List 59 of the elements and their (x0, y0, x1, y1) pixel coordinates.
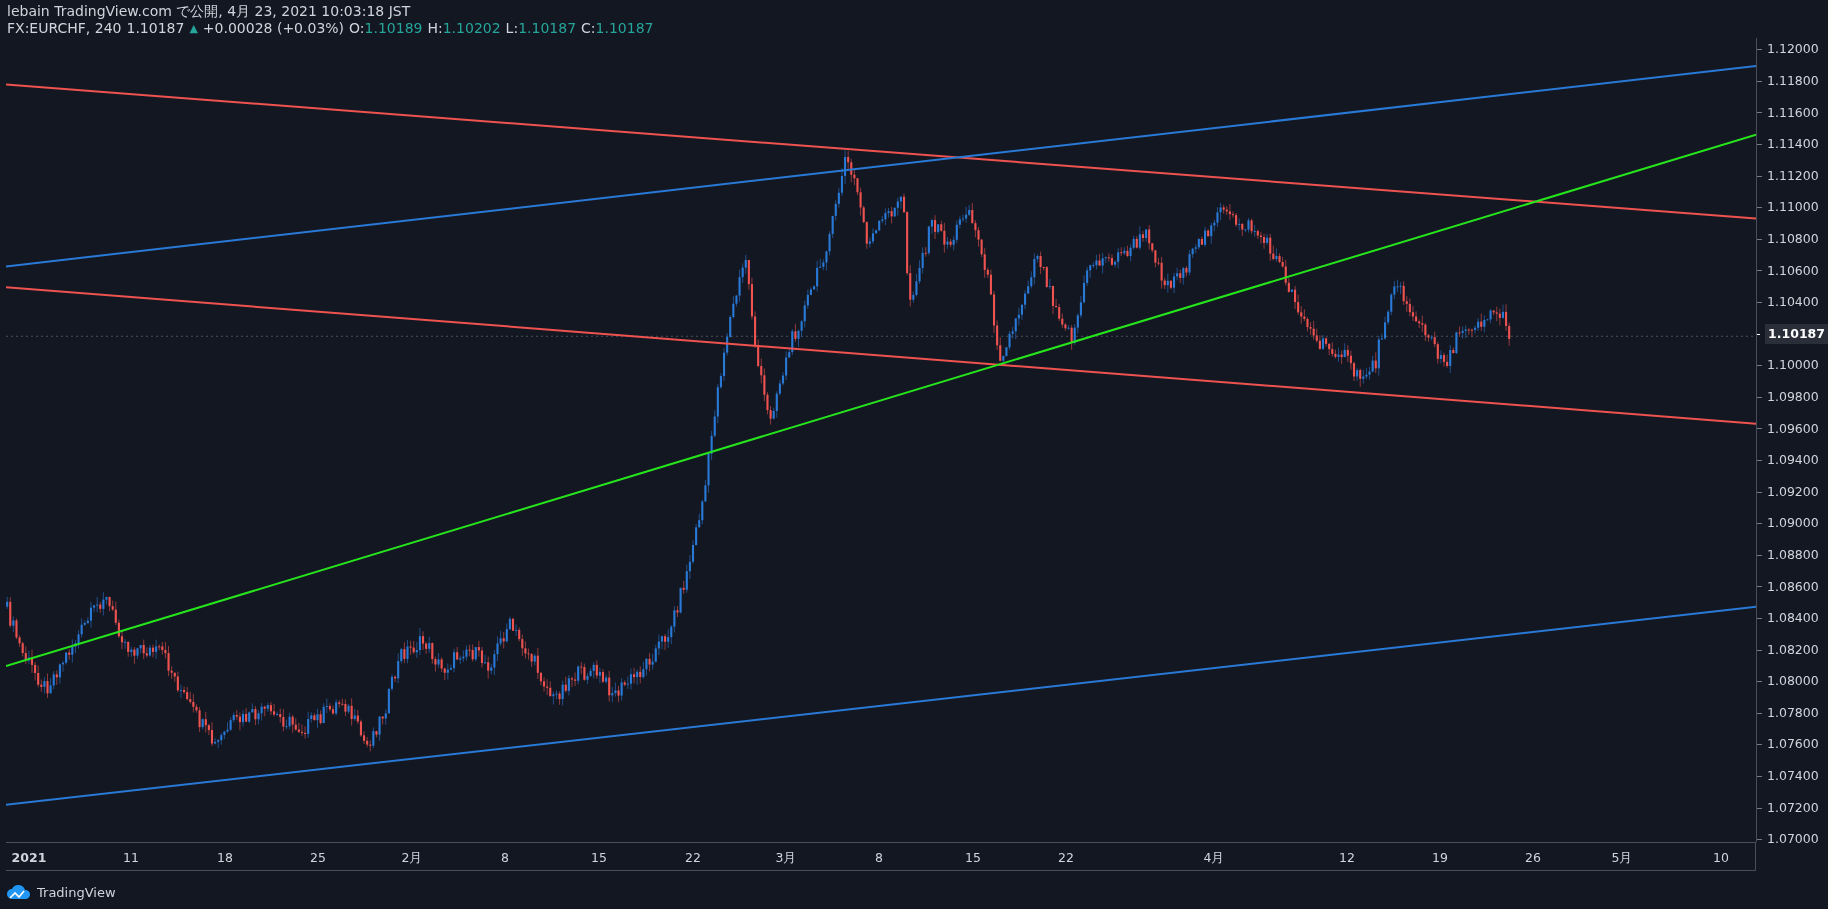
price-tick: 1.10000 (1767, 356, 1819, 375)
price-tick: 1.11800 (1767, 72, 1819, 90)
last-price: 1.10187 (126, 20, 185, 37)
price-tick: 1.07200 (1767, 798, 1819, 817)
time-tick: 12 (1339, 849, 1355, 867)
price-tick: 1.09000 (1767, 514, 1819, 533)
publish-info: lebain TradingView.com で公開, 4月 23, 2021 10:03:18 JST (7, 3, 411, 20)
price-tick: 1.11600 (1767, 103, 1819, 122)
price-tick: 1.07800 (1767, 703, 1819, 722)
price-tick: 1.10400 (1767, 293, 1819, 312)
price-tick: 1.11400 (1767, 135, 1819, 154)
price-tick: 1.07600 (1767, 735, 1819, 754)
ohlc-label: L: (505, 20, 519, 37)
price-tick: 1.11000 (1767, 198, 1819, 217)
price-tick: 1.08200 (1767, 640, 1819, 659)
time-tick: 10 (1713, 849, 1729, 867)
ohlc-value: 1.10202 (442, 20, 501, 37)
price-tick: 1.09200 (1767, 482, 1819, 501)
time-tick: 26 (1525, 849, 1541, 867)
change-arrow: ▲ (189, 21, 198, 37)
time-tick: 8 (875, 849, 883, 867)
price-tick: 1.08000 (1767, 672, 1819, 691)
price-tick: 1.11200 (1767, 166, 1819, 185)
time-tick: 15 (965, 849, 981, 867)
time-tick: 19 (1432, 849, 1448, 867)
ohlc-value: 1.10187 (518, 20, 577, 37)
price-tick: 1.07000 (1767, 830, 1819, 849)
time-tick: 11 (123, 849, 139, 867)
time-tick: 18 (217, 849, 233, 867)
price-tick: 1.08400 (1767, 609, 1819, 628)
price-tick: 1.07400 (1767, 767, 1819, 786)
price-tick: 1.08800 (1767, 545, 1819, 564)
symbol-interval: FX:EURCHF, 240 (7, 20, 122, 37)
price-tick: 1.09600 (1767, 419, 1819, 438)
time-tick: 2月 (401, 849, 423, 867)
cloud-logo-icon (6, 885, 32, 901)
time-tick: 22 (685, 849, 701, 867)
time-tick: 25 (310, 849, 326, 867)
ohlc-label: H: (427, 20, 443, 37)
time-tick: 4月 (1203, 849, 1225, 867)
price-tick: 1.09400 (1767, 451, 1819, 470)
ohlc-value: 1.10187 (595, 20, 654, 37)
price-tick: 1.12000 (1767, 40, 1819, 59)
price-tick: 1.08600 (1767, 577, 1819, 596)
ohlc-value: 1.10189 (364, 20, 423, 37)
current-price-label: 1.10187 (1765, 324, 1828, 345)
time-tick: 2021 (11, 849, 47, 867)
price-tick: 1.10600 (1767, 261, 1819, 280)
price-tick: 1.10800 (1767, 230, 1819, 248)
ohlc-label: C: (581, 20, 596, 37)
price-tick: 1.09800 (1767, 387, 1819, 406)
time-tick: 15 (591, 849, 607, 867)
time-tick: 3月 (775, 849, 797, 867)
time-tick: 8 (501, 849, 509, 867)
time-tick: 5月 (1611, 849, 1633, 867)
brand-name: TradingView (37, 884, 116, 902)
price-change: +0.00028 (+0.03%) (202, 20, 345, 37)
time-tick: 22 (1058, 849, 1074, 867)
ohlc-label: O: (349, 20, 365, 37)
